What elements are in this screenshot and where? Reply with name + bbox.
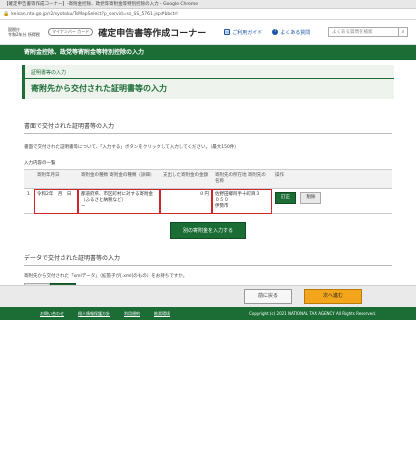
col-no (24, 169, 34, 189)
main-content: 書面で交付された証明書等の入力 書面で交付された証明書等について、「入力する」ボ… (24, 121, 392, 292)
copyright: Copyright (c) 2021 NATIONAL TAX AGENCY A… (249, 311, 376, 316)
back-button[interactable]: 前に戻る (244, 289, 292, 304)
col-kind: 寄附金の種類 寄附金の種類（詳細） (78, 169, 160, 189)
my-number-card-button[interactable]: マイナンバー カード (48, 27, 94, 37)
section-band: 寄附金控除、政党等寄附金等特別控除の入力 (0, 45, 416, 60)
era-label: 国税庁 令和2年分 所得税 (8, 27, 42, 37)
row-place: 佐野田郷阿手十町目３ ０５０ 伊勢市 (212, 188, 272, 214)
col-date: 寄附年月日 (34, 169, 78, 189)
kind-sub-line: ー (81, 204, 86, 209)
fix-button[interactable]: 訂正 (275, 192, 296, 204)
site-footer: お問い合わせ 個人情報保護方針 利用規約 推奨環境 Copyright (c) … (0, 307, 416, 320)
col-amount: 支出した寄附金の金額 (160, 169, 212, 189)
paper-certificate-section-title: 書面で交付された証明書等の入力 (24, 121, 392, 134)
faq-search-input[interactable]: よくある質問を検索 ⌕ (328, 27, 408, 37)
page-title: 寄附先から交付された証明書等の入力 (31, 84, 167, 93)
xml-certificate-section-title: データで交付された証明書等の入力 (24, 253, 392, 266)
delete-button[interactable]: 削除 (300, 192, 322, 204)
row-amount: 0 円 (160, 188, 212, 214)
guide-icon: ▤ (224, 29, 231, 35)
footer-links: お問い合わせ 個人情報保護方針 利用規約 推奨環境 (40, 307, 170, 320)
row-date: 令和2年 月 日 (34, 188, 78, 214)
tax-year: 令和2年分 所得税 (8, 32, 40, 37)
table-row: 1 令和2年 月 日 都道府県、市区町村に対する寄附金 （ふるさと納税など） ー… (24, 188, 392, 214)
page-header: 証明書等の入力 寄附先から交付された証明書等の入力 (22, 65, 394, 99)
recipient-name: 伊勢市 (215, 204, 229, 209)
url-text: keisan.nta.go.jp/r2/syotoku/TsMapSelect?… (11, 11, 178, 17)
xml-certificate-description: 寄附先から交付された「xmlデータ」（拡張子が[.xml]のもの）をお持ちですか… (24, 274, 188, 279)
footer-link-contact[interactable]: お問い合わせ (40, 307, 64, 320)
footer-link-environment[interactable]: 推奨環境 (154, 307, 170, 320)
question-icon: ? (272, 29, 279, 35)
row-kind: 都道府県、市区町村に対する寄附金 （ふるさと納税など） ー (78, 188, 160, 214)
app-title: 確定申告書等作成コーナー (98, 28, 207, 39)
faq-link[interactable]: ? よくある質問 (272, 29, 310, 36)
donation-table: 寄附年月日 寄附金の種類 寄附金の種類（詳細） 支出した寄附金の金額 寄附先の所… (24, 169, 392, 214)
breadcrumb: 証明書等の入力 (25, 65, 394, 79)
paper-certificate-description: 書面で交付された証明書等について、「入力する」ボタンをクリックして入力してくださ… (24, 145, 239, 150)
footer-link-privacy[interactable]: 個人情報保護方針 (78, 307, 110, 320)
site-header: 国税庁 令和2年分 所得税 マイナンバー カード 確定申告書等作成コーナー ▤ … (0, 20, 416, 45)
col-place: 寄附先の所在地 寄附先の名称 (212, 169, 272, 189)
table-header-row: 寄附年月日 寄附金の種類 寄附金の種類（詳細） 支出した寄附金の金額 寄附先の所… (24, 169, 392, 189)
row-ops: 訂正 削除 (272, 188, 392, 214)
help-guide-link[interactable]: ▤ ご利用ガイド (224, 29, 262, 36)
action-bar: 前に戻る 次へ進む (0, 285, 416, 307)
help-guide-label: ご利用ガイド (232, 29, 263, 36)
footer-link-terms[interactable]: 利用規約 (124, 307, 140, 320)
window-title: 【確定申告書等作成コーナー】-寄附金控除、政党等寄附金等特別控除の入力 - Go… (0, 0, 416, 9)
search-placeholder: よくある質問を検索 (332, 30, 373, 35)
faq-label: よくある質問 (280, 29, 311, 36)
address-bar[interactable]: 🔒 keisan.nta.go.jp/r2/syotoku/TsMapSelec… (0, 9, 416, 20)
row-no: 1 (24, 188, 34, 214)
next-button[interactable]: 次へ進む (304, 289, 362, 304)
lock-icon: 🔒 (3, 11, 10, 17)
entry-list-title: 入力内容の一覧 (24, 161, 56, 166)
search-icon[interactable]: ⌕ (398, 28, 407, 36)
add-another-donation-button[interactable]: 別の寄附金を入力する (170, 222, 246, 239)
col-ops: 操作 (272, 169, 392, 189)
